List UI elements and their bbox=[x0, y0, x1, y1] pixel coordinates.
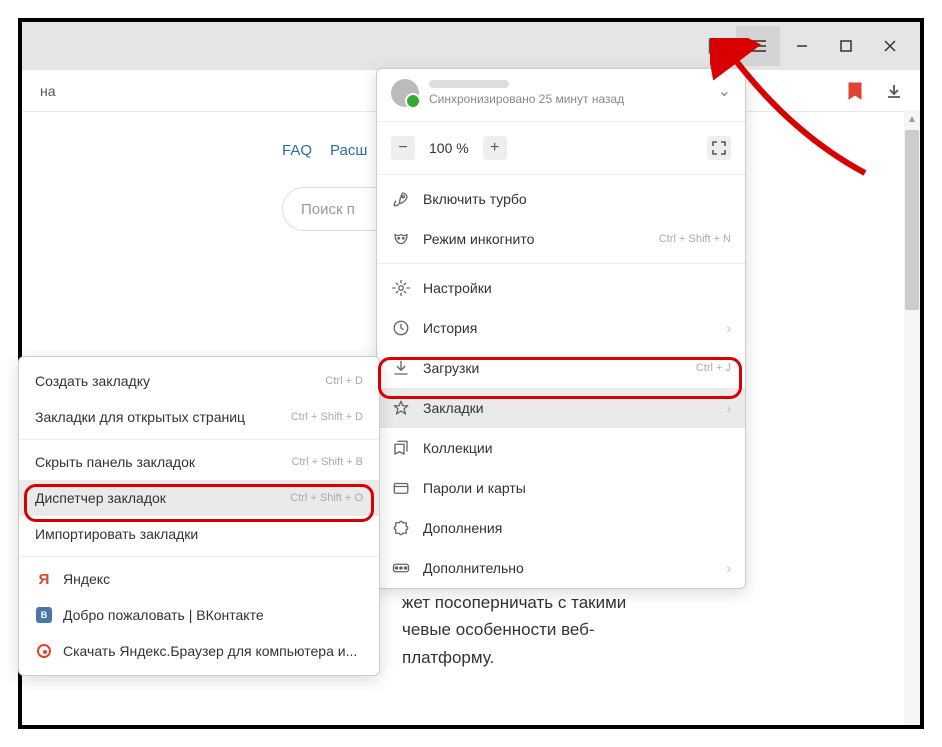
main-menu: Синхронизировано 25 минут назад ⌄ − 100 … bbox=[376, 68, 746, 589]
menu-label: Настройки bbox=[423, 280, 731, 296]
collections-icon bbox=[391, 438, 411, 458]
search-placeholder: Поиск п bbox=[301, 201, 355, 218]
address-fragment: на bbox=[40, 83, 56, 99]
menu-label: История bbox=[423, 320, 720, 336]
shortcut: Ctrl + Shift + O bbox=[290, 492, 363, 504]
menu-item-gear[interactable]: Настройки bbox=[377, 268, 745, 308]
submenu-item[interactable]: Создать закладкуCtrl + D bbox=[19, 363, 379, 399]
ext-link[interactable]: Расш bbox=[330, 142, 367, 159]
menu-button[interactable] bbox=[736, 26, 780, 66]
menu-item-star[interactable]: Закладки › bbox=[377, 388, 745, 428]
menu-label: Включить турбо bbox=[423, 191, 731, 207]
menu-item-download[interactable]: ЗагрузкиCtrl + J bbox=[377, 348, 745, 388]
menu-label: Режим инкогнито bbox=[423, 231, 659, 247]
yandex-icon: Я bbox=[35, 570, 53, 588]
chevron-down-icon[interactable]: ⌄ bbox=[718, 81, 731, 101]
submenu-item[interactable]: Скрыть панель закладокCtrl + Shift + B bbox=[19, 444, 379, 480]
bookmark-icon[interactable] bbox=[848, 82, 862, 100]
shortcut: Ctrl + Shift + N bbox=[659, 233, 731, 245]
faq-link[interactable]: FAQ bbox=[282, 142, 312, 159]
menu-item-rocket[interactable]: Включить турбо bbox=[377, 179, 745, 219]
close-button[interactable] bbox=[868, 26, 912, 66]
zoom-value: 100 % bbox=[423, 140, 475, 156]
download-icon bbox=[391, 358, 411, 378]
submenu-item[interactable]: Закладки для открытых страницCtrl + Shif… bbox=[19, 399, 379, 435]
submenu-item[interactable]: B Добро пожаловать | ВКонтакте bbox=[19, 597, 379, 633]
zoom-controls: − 100 % + bbox=[377, 126, 745, 170]
menu-item-collections[interactable]: Коллекции bbox=[377, 428, 745, 468]
zoom-out-button[interactable]: − bbox=[391, 136, 415, 160]
sync-status: Синхронизировано 25 минут назад bbox=[429, 92, 731, 106]
submenu-item[interactable]: Я Яндекс bbox=[19, 561, 379, 597]
menu-label: Пароли и карты bbox=[423, 480, 731, 496]
chevron-right-icon: › bbox=[726, 400, 731, 416]
submenu-label: Импортировать закладки bbox=[35, 526, 363, 542]
submenu-label: Диспетчер закладок bbox=[35, 490, 290, 506]
separator bbox=[377, 263, 745, 264]
more-icon bbox=[391, 558, 411, 578]
submenu-item[interactable]: Скачать Яндекс.Браузер для компьютера и.… bbox=[19, 633, 379, 669]
star-icon bbox=[391, 398, 411, 418]
submenu-item[interactable]: Импортировать закладки bbox=[19, 516, 379, 552]
submenu-label: Создать закладку bbox=[35, 373, 325, 389]
menu-item-more[interactable]: Дополнительно › bbox=[377, 548, 745, 588]
maximize-button[interactable] bbox=[824, 26, 868, 66]
shortcut: Ctrl + Shift + B bbox=[291, 456, 363, 468]
separator bbox=[19, 439, 379, 440]
chevron-right-icon: › bbox=[726, 560, 731, 576]
clock-icon bbox=[391, 318, 411, 338]
ybrowser-icon bbox=[35, 642, 53, 660]
submenu-label: Скачать Яндекс.Браузер для компьютера и.… bbox=[63, 643, 363, 659]
menu-item-mask[interactable]: Режим инкогнитоCtrl + Shift + N bbox=[377, 219, 745, 259]
submenu-label: Скрыть панель закладок bbox=[35, 454, 291, 470]
menu-label: Загрузки bbox=[423, 360, 696, 376]
vk-icon: B bbox=[35, 606, 53, 624]
menu-item-puzzle[interactable]: Дополнения bbox=[377, 508, 745, 548]
menu-item-card[interactable]: Пароли и карты bbox=[377, 468, 745, 508]
separator bbox=[377, 174, 745, 175]
fullscreen-button[interactable] bbox=[707, 136, 731, 160]
shortcut: Ctrl + J bbox=[696, 362, 731, 374]
card-icon bbox=[391, 478, 411, 498]
submenu-label: Добро пожаловать | ВКонтакте bbox=[63, 607, 363, 623]
zoom-in-button[interactable]: + bbox=[483, 136, 507, 160]
menu-label: Закладки bbox=[423, 400, 720, 416]
rocket-icon bbox=[391, 189, 411, 209]
separator bbox=[377, 121, 745, 122]
submenu-item[interactable]: Диспетчер закладокCtrl + Shift + O bbox=[19, 480, 379, 516]
menu-label: Дополнения bbox=[423, 520, 731, 536]
submenu-label: Яндекс bbox=[63, 571, 363, 587]
mask-icon bbox=[391, 229, 411, 249]
bookmark-panel-icon[interactable] bbox=[692, 26, 736, 66]
menu-item-clock[interactable]: История › bbox=[377, 308, 745, 348]
profile-section[interactable]: Синхронизировано 25 минут назад ⌄ bbox=[377, 69, 745, 117]
submenu-label: Закладки для открытых страниц bbox=[35, 409, 291, 425]
shortcut: Ctrl + Shift + D bbox=[291, 411, 363, 423]
minimize-button[interactable] bbox=[780, 26, 824, 66]
avatar-icon bbox=[391, 79, 419, 107]
menu-label: Коллекции bbox=[423, 440, 731, 456]
download-icon[interactable] bbox=[886, 83, 902, 99]
shortcut: Ctrl + D bbox=[325, 375, 363, 387]
bookmarks-submenu: Создать закладкуCtrl + DЗакладки для отк… bbox=[18, 356, 380, 676]
profile-name-placeholder bbox=[429, 80, 509, 88]
titlebar bbox=[22, 22, 920, 70]
puzzle-icon bbox=[391, 518, 411, 538]
separator bbox=[19, 556, 379, 557]
chevron-right-icon: › bbox=[726, 320, 731, 336]
menu-label: Дополнительно bbox=[423, 560, 720, 576]
gear-icon bbox=[391, 278, 411, 298]
